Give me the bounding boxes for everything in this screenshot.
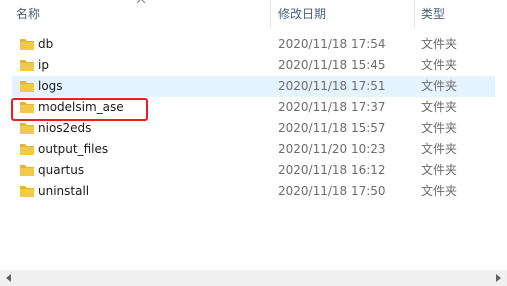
column-header-name[interactable]: 名称 [16,0,40,28]
file-type: 文件夹 [421,163,458,177]
scroll-right-icon[interactable] [493,273,503,283]
file-row[interactable]: nios2eds 2020/11/18 15:57 文件夹 [12,118,495,139]
file-date: 2020/11/18 17:37 [278,100,386,114]
column-header-date[interactable]: 修改日期 [278,0,326,28]
file-date: 2020/11/18 17:51 [278,79,386,93]
folder-icon [20,60,34,71]
file-date: 2020/11/18 16:12 [278,163,386,177]
file-date: 2020/11/18 17:54 [278,37,386,51]
horizontal-scrollbar[interactable] [0,270,507,286]
folder-icon [20,123,34,134]
file-date: 2020/11/18 15:57 [278,121,386,135]
sort-ascending-icon[interactable] [135,0,147,5]
file-name: ip [38,58,49,72]
file-row[interactable]: uninstall 2020/11/18 17:50 文件夹 [12,181,495,202]
file-row[interactable]: logs 2020/11/18 17:51 文件夹 [12,76,495,97]
file-name: quartus [38,163,85,177]
file-row[interactable]: quartus 2020/11/18 16:12 文件夹 [12,160,495,181]
column-header-type[interactable]: 类型 [421,0,445,28]
folder-icon [20,81,34,92]
file-type: 文件夹 [421,100,458,114]
folder-icon [20,186,34,197]
column-divider[interactable] [270,0,271,28]
folder-icon [20,165,34,176]
file-date: 2020/11/18 15:45 [278,58,386,72]
file-name: output_files [38,142,109,156]
column-divider[interactable] [414,0,415,28]
file-row[interactable]: db 2020/11/18 17:54 文件夹 [12,34,495,55]
file-type: 文件夹 [421,184,458,198]
column-header: 名称 修改日期 类型 [0,0,507,28]
file-type: 文件夹 [421,58,458,72]
annotation-highlight-box [11,98,148,121]
folder-icon [20,39,34,50]
file-date: 2020/11/18 17:50 [278,184,386,198]
file-type: 文件夹 [421,37,458,51]
file-name: logs [38,79,63,93]
file-row[interactable]: ip 2020/11/18 15:45 文件夹 [12,55,495,76]
file-type: 文件夹 [421,121,458,135]
file-date: 2020/11/20 10:23 [278,142,386,156]
file-name: db [38,37,54,51]
file-name: nios2eds [38,121,92,135]
scroll-left-icon[interactable] [4,273,14,283]
file-row[interactable]: output_files 2020/11/20 10:23 文件夹 [12,139,495,160]
file-name: uninstall [38,184,90,198]
file-type: 文件夹 [421,79,458,93]
folder-icon [20,144,34,155]
file-type: 文件夹 [421,142,458,156]
